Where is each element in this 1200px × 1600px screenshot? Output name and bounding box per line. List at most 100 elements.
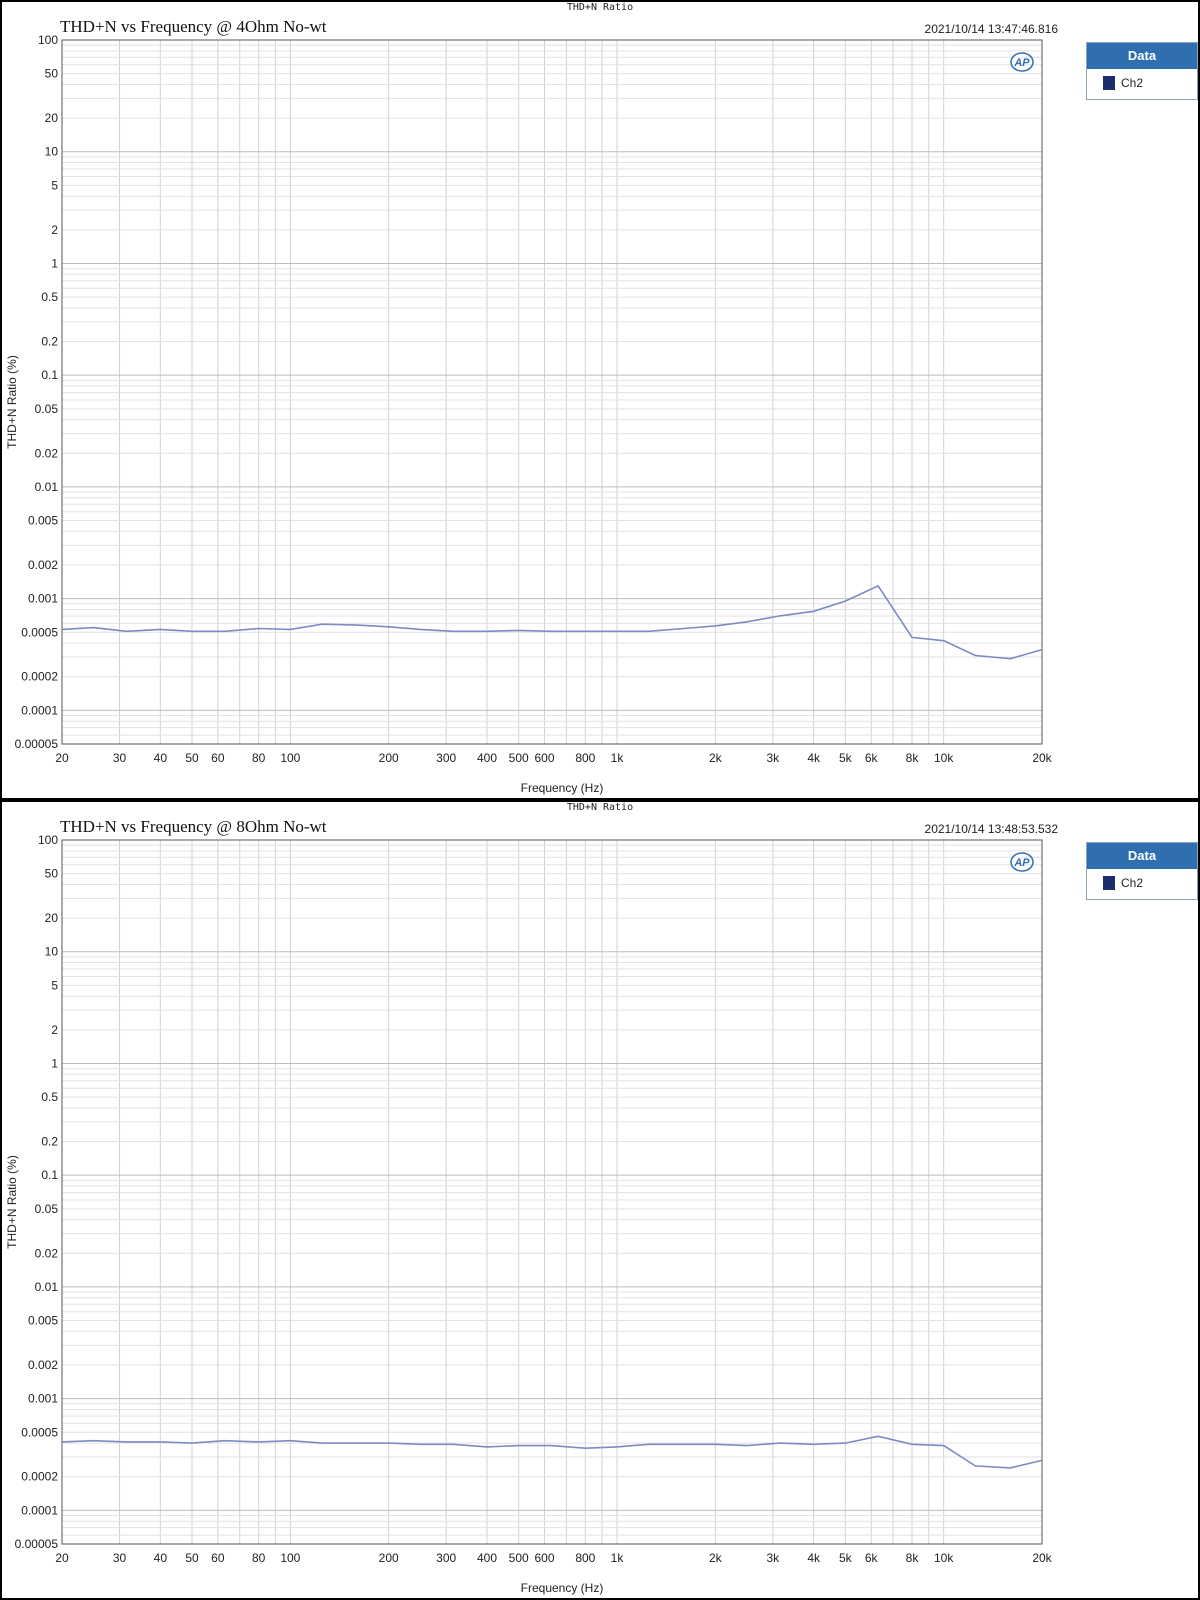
x-tick-label: 30 bbox=[113, 751, 127, 765]
x-tick-label: 40 bbox=[154, 1551, 168, 1565]
y-tick-label: 0.2 bbox=[41, 1135, 58, 1149]
x-tick-label: 20 bbox=[55, 751, 69, 765]
y-tick-label: 100 bbox=[38, 833, 58, 847]
y-tick-label: 20 bbox=[45, 911, 59, 925]
y-tick-label: 0.1 bbox=[41, 1168, 58, 1182]
legend-header: Data bbox=[1087, 43, 1197, 69]
y-tick-label: 10 bbox=[45, 945, 59, 959]
plot-area[interactable]: 100 50 20 10 5 2 1 0.5 0.2 0.1 0.05 0.02 0.01 0.005 0.… bbox=[2, 2, 1198, 798]
x-tick-label: 80 bbox=[252, 751, 266, 765]
x-tick-label: 20k bbox=[1032, 751, 1052, 765]
x-tick-label: 6k bbox=[865, 1551, 879, 1565]
x-tick-label: 200 bbox=[379, 751, 399, 765]
x-tick-label: 200 bbox=[379, 1551, 399, 1565]
x-tick-label: 800 bbox=[575, 1551, 595, 1565]
x-tick-label: 10k bbox=[934, 1551, 954, 1565]
x-tick-label: 600 bbox=[535, 751, 555, 765]
y-tick-label: 0.02 bbox=[35, 446, 59, 460]
y-tick-label: 20 bbox=[45, 111, 59, 125]
ap-logo-icon: AP bbox=[1010, 852, 1034, 872]
x-tick-label: 10k bbox=[934, 751, 954, 765]
y-tick-label: 100 bbox=[38, 33, 58, 47]
y-tick-label: 0.00005 bbox=[15, 1537, 59, 1551]
x-tick-label: 3k bbox=[767, 751, 781, 765]
y-tick-label: 0.0002 bbox=[21, 1470, 58, 1484]
x-tick-label: 60 bbox=[211, 1551, 225, 1565]
x-tick-label: 400 bbox=[477, 751, 497, 765]
y-tick-label: 0.0002 bbox=[21, 670, 58, 684]
y-tick-label: 0.005 bbox=[28, 514, 58, 528]
y-tick-label: 0.01 bbox=[35, 480, 59, 494]
x-tick-label: 300 bbox=[436, 1551, 456, 1565]
y-tick-label: 0.00005 bbox=[15, 737, 59, 751]
x-tick-label: 2k bbox=[709, 751, 723, 765]
y-tick-label: 0.002 bbox=[28, 1358, 58, 1372]
x-tick-label: 20 bbox=[55, 1551, 69, 1565]
legend-entry[interactable]: Ch2 bbox=[1087, 869, 1197, 897]
x-tick-label: 1k bbox=[611, 1551, 625, 1565]
x-tick-label: 4k bbox=[807, 751, 821, 765]
x-tick-label: 30 bbox=[113, 1551, 127, 1565]
legend[interactable]: Data Ch2 bbox=[1086, 842, 1198, 900]
y-tick-label: 0.2 bbox=[41, 335, 58, 349]
svg-text:AP: AP bbox=[1013, 857, 1030, 869]
x-tick-label: 100 bbox=[280, 751, 300, 765]
y-tick-label: 0.005 bbox=[28, 1314, 58, 1328]
x-tick-label: 5k bbox=[839, 751, 853, 765]
svg-text:AP: AP bbox=[1013, 57, 1030, 69]
chart-panel-8ohm: THD+N Ratio THD+N vs Frequency @ 8Ohm No… bbox=[2, 802, 1198, 1598]
x-tick-label: 6k bbox=[865, 751, 879, 765]
legend-entry-label: Ch2 bbox=[1121, 876, 1144, 890]
x-tick-label: 800 bbox=[575, 751, 595, 765]
y-tick-label: 50 bbox=[45, 67, 59, 81]
y-tick-label: 2 bbox=[51, 223, 58, 237]
x-tick-label: 8k bbox=[906, 751, 920, 765]
x-tick-label: 4k bbox=[807, 1551, 821, 1565]
y-tick-label: 0.0001 bbox=[21, 1503, 58, 1517]
chart-panel-4ohm: THD+N Ratio THD+N vs Frequency @ 4Ohm No… bbox=[2, 2, 1198, 798]
y-tick-label: 0.0005 bbox=[21, 625, 58, 639]
y-tick-label: 5 bbox=[51, 178, 58, 192]
y-tick-label: 0.5 bbox=[41, 290, 58, 304]
x-tick-label: 5k bbox=[839, 1551, 853, 1565]
x-tick-label: 50 bbox=[185, 1551, 199, 1565]
y-tick-label: 0.01 bbox=[35, 1280, 59, 1294]
y-tick-label: 0.02 bbox=[35, 1246, 59, 1260]
series-swatch bbox=[1103, 876, 1115, 890]
y-tick-label: 0.001 bbox=[28, 1392, 58, 1406]
ap-logo-icon: AP bbox=[1010, 52, 1034, 72]
legend-header: Data bbox=[1087, 843, 1197, 869]
y-tick-label: 0.0005 bbox=[21, 1425, 58, 1439]
x-tick-label: 100 bbox=[280, 1551, 300, 1565]
series-line-ch2 bbox=[61, 1435, 1043, 1469]
y-tick-label: 1 bbox=[51, 1056, 58, 1070]
y-tick-label: 0.05 bbox=[35, 1202, 59, 1216]
legend-entry-label: Ch2 bbox=[1121, 76, 1144, 90]
plot-area[interactable]: 100 50 20 10 5 2 1 0.5 0.2 0.1 0.05 0.02 0.01 0.005 0.… bbox=[2, 802, 1198, 1598]
y-tick-label: 10 bbox=[45, 145, 59, 159]
y-tick-label: 0.1 bbox=[41, 368, 58, 382]
x-tick-label: 300 bbox=[436, 751, 456, 765]
x-tick-label: 40 bbox=[154, 751, 168, 765]
x-tick-label: 2k bbox=[709, 1551, 723, 1565]
x-tick-label: 1k bbox=[611, 751, 625, 765]
y-tick-label: 0.001 bbox=[28, 592, 58, 606]
legend-entry[interactable]: Ch2 bbox=[1087, 69, 1197, 97]
x-tick-label: 500 bbox=[509, 751, 529, 765]
y-tick-label: 0.0001 bbox=[21, 703, 58, 717]
series-swatch bbox=[1103, 76, 1115, 90]
series-line-ch2 bbox=[61, 584, 1043, 660]
x-tick-label: 400 bbox=[477, 1551, 497, 1565]
x-tick-label: 600 bbox=[535, 1551, 555, 1565]
x-tick-label: 8k bbox=[906, 1551, 920, 1565]
y-tick-label: 0.05 bbox=[35, 402, 59, 416]
y-tick-label: 2 bbox=[51, 1023, 58, 1037]
x-tick-label: 20k bbox=[1032, 1551, 1052, 1565]
y-tick-label: 0.002 bbox=[28, 558, 58, 572]
y-tick-label: 0.5 bbox=[41, 1090, 58, 1104]
y-tick-label: 1 bbox=[51, 256, 58, 270]
y-tick-label: 5 bbox=[51, 978, 58, 992]
x-tick-label: 500 bbox=[509, 1551, 529, 1565]
x-tick-label: 80 bbox=[252, 1551, 266, 1565]
legend[interactable]: Data Ch2 bbox=[1086, 42, 1198, 100]
